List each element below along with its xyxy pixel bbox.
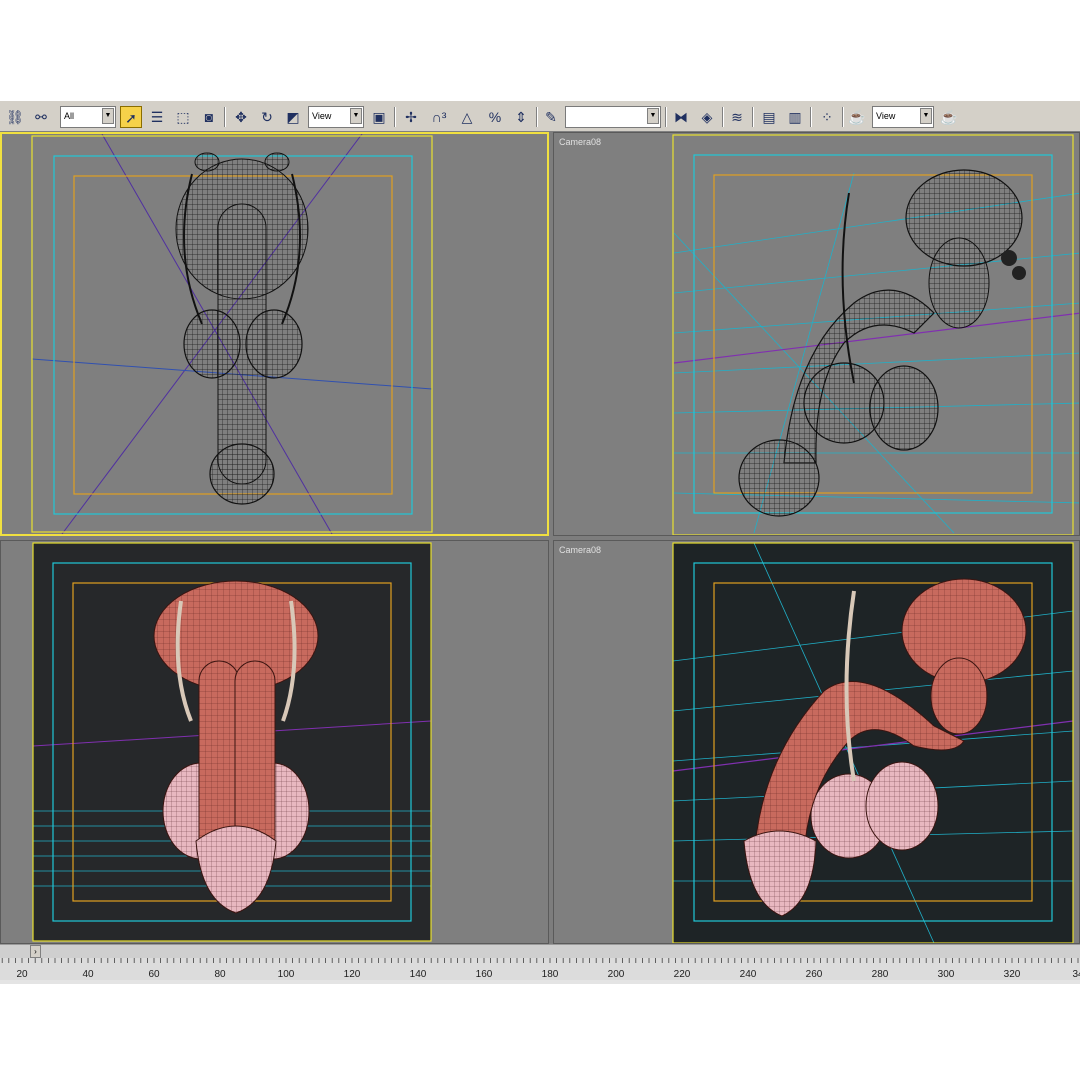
- timeline-tick-label: 200: [607, 969, 625, 980]
- viewport-area: Camera08 Camera08: [0, 132, 1080, 944]
- align-icon[interactable]: ◈: [696, 106, 718, 128]
- wireframe-scene: [31, 134, 433, 534]
- reference-coord-dropdown[interactable]: View ▼: [308, 106, 364, 128]
- shaded-scene: [672, 542, 1074, 943]
- timeline-tick-label: 100: [277, 969, 295, 980]
- timeline-tick-label: 220: [673, 969, 691, 980]
- model-wireframe: [175, 152, 309, 505]
- render-type-dropdown[interactable]: View ▼: [872, 106, 934, 128]
- timeline-tick-label: 60: [148, 969, 160, 980]
- select-by-name-icon[interactable]: ☰: [146, 106, 168, 128]
- toolbar-divider: [665, 107, 667, 127]
- viewport-front-shaded[interactable]: [0, 540, 549, 944]
- timeline-tick-label: 140: [409, 969, 427, 980]
- rotate-icon[interactable]: ↻: [256, 106, 278, 128]
- timeline-tick-label: 260: [805, 969, 823, 980]
- chevron-right-icon[interactable]: ›: [30, 945, 41, 958]
- main-toolbar: ⛓ ⚯ All ▼ ➚ ☰ ⬚ ◙ ✥ ↻ ◩ View ▼ ▣ ✢ ∩³ △ …: [0, 100, 1080, 132]
- timeline-tick-label: 160: [475, 969, 493, 980]
- render-scene-icon[interactable]: ☕: [846, 106, 868, 128]
- layer-manager-icon[interactable]: ≋: [726, 106, 748, 128]
- reference-coord-value: View: [312, 111, 332, 121]
- ruler-ticks: [1, 958, 1079, 963]
- edit-named-selection-icon[interactable]: ✎: [540, 106, 562, 128]
- timeline-tick-label: 180: [541, 969, 559, 980]
- material-editor-icon[interactable]: ⁘: [816, 106, 838, 128]
- move-icon[interactable]: ✥: [230, 106, 252, 128]
- pivot-icon[interactable]: ▣: [368, 106, 390, 128]
- curve-editor-icon[interactable]: ▤: [758, 106, 780, 128]
- wireframe-scene: [672, 134, 1079, 535]
- window-crossing-icon[interactable]: ◙: [198, 106, 220, 128]
- shaded-scene: [32, 542, 432, 942]
- timeline-tick-label: 240: [739, 969, 757, 980]
- chevron-down-icon: ▼: [102, 108, 114, 124]
- render-type-value: View: [876, 111, 896, 121]
- scale-icon[interactable]: ◩: [282, 106, 304, 128]
- rect-selection-icon[interactable]: ⬚: [172, 106, 194, 128]
- chevron-down-icon: ▼: [647, 108, 659, 124]
- toolbar-divider: [536, 107, 538, 127]
- viewport-camera-wireframe[interactable]: Camera08: [553, 132, 1080, 536]
- timeline-tick-label: 20: [16, 969, 28, 980]
- angle-snap-icon[interactable]: △: [456, 106, 478, 128]
- viewport-camera-shaded[interactable]: Camera08: [553, 540, 1080, 944]
- timeline-tick-label: 80: [214, 969, 226, 980]
- timeline-tick-label: 300: [937, 969, 955, 980]
- timeline: › 20 40 60 80 100 120 140 160 180 200 220 240 260 280…: [0, 944, 1080, 984]
- named-selection-dropdown[interactable]: ▼: [565, 106, 661, 128]
- toolbar-divider: [224, 107, 226, 127]
- timeline-tick-label: 40: [82, 969, 94, 980]
- quick-render-icon[interactable]: ☕: [938, 106, 960, 128]
- timeline-tick-label: 120: [343, 969, 361, 980]
- toolbar-divider: [810, 107, 812, 127]
- toolbar-divider: [722, 107, 724, 127]
- percent-snap-icon[interactable]: %: [484, 106, 506, 128]
- mirror-icon[interactable]: ⧓: [670, 106, 692, 128]
- manipulate-icon[interactable]: ✢: [400, 106, 422, 128]
- chevron-down-icon: ▼: [920, 108, 932, 124]
- time-slider[interactable]: ›: [0, 944, 1080, 958]
- select-link-icon[interactable]: ⛓: [4, 106, 26, 128]
- toolbar-divider: [752, 107, 754, 127]
- timeline-tick-label: 280: [871, 969, 889, 980]
- spinner-snap-icon[interactable]: ⇕: [510, 106, 532, 128]
- snap-3d-icon[interactable]: ∩³: [428, 106, 450, 128]
- timeline-tick-label: 320: [1003, 969, 1021, 980]
- timeline-tick-label: 34: [1072, 969, 1080, 980]
- viewport-front-wireframe[interactable]: [0, 132, 549, 536]
- toolbar-divider: [842, 107, 844, 127]
- selection-filter-value: All: [64, 111, 75, 121]
- timeline-ruler[interactable]: 20 40 60 80 100 120 140 160 180 200 220 240 260 280 30…: [0, 958, 1080, 980]
- unlink-icon[interactable]: ⚯: [30, 106, 52, 128]
- chevron-down-icon: ▼: [350, 108, 362, 124]
- toolbar-divider: [394, 107, 396, 127]
- select-object-icon[interactable]: ➚: [120, 106, 142, 128]
- selection-filter-dropdown[interactable]: All ▼: [60, 106, 116, 128]
- schematic-view-icon[interactable]: ▥: [784, 106, 806, 128]
